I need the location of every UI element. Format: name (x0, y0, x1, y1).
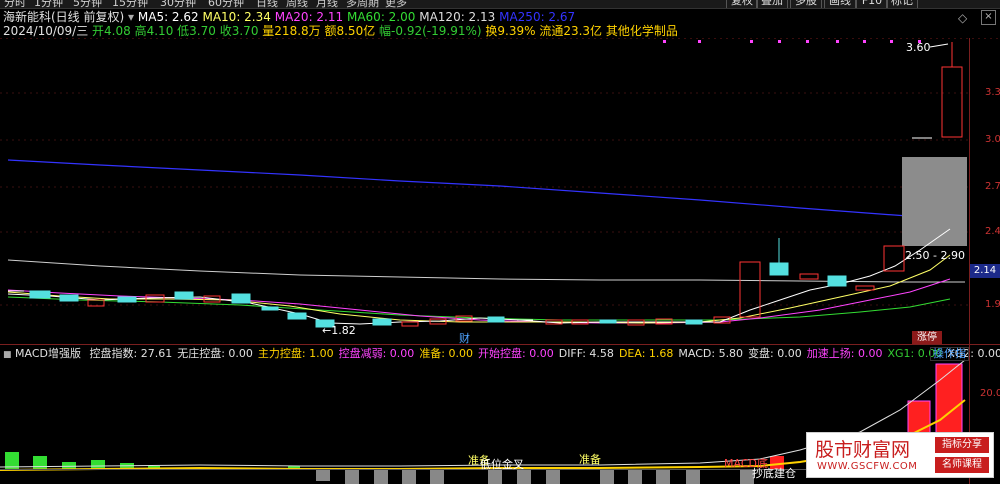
indicator-bar (62, 462, 76, 469)
candle (599, 319, 617, 324)
site-watermark: 股市财富网 WWW.GSCFW.COM 指标分享 名师课程 (806, 432, 994, 478)
candlesticks (8, 42, 963, 328)
signal-dot (698, 40, 701, 43)
indicator-value: 控盘指数: 27.61 (89, 347, 173, 360)
range-label: 2.50 - 2.90 (905, 249, 965, 262)
candle (487, 316, 505, 323)
indicator-bar (345, 469, 359, 484)
indicator-bar (430, 469, 444, 484)
indicator-bar (316, 469, 330, 481)
indicator-bar (656, 469, 670, 484)
price-axis-label: 2.7 (985, 181, 1000, 192)
indicator-dropdown-icon[interactable]: ■ (3, 350, 12, 360)
candle (739, 261, 761, 318)
indicator-value: 无庄控盘: 0.00 (177, 347, 253, 360)
price-axis-label: 2.4 (985, 226, 1000, 237)
signal-dots (663, 40, 921, 43)
ma10-line (7, 254, 951, 324)
financial-marker[interactable]: 财 (459, 330, 470, 346)
candle (372, 318, 392, 326)
signal-dot (806, 40, 809, 43)
candle (287, 312, 307, 320)
watermark-url: WWW.GSCFW.COM (817, 461, 918, 472)
price-axis-label: 3.3 (985, 87, 1000, 98)
price-gridlines (0, 92, 968, 306)
indicator-value: 变盘: 0.00 (748, 347, 802, 360)
indicator-value: 准备: 0.00 (419, 347, 474, 360)
candle (799, 273, 819, 280)
indicator-bar (546, 469, 560, 484)
ma120-line (7, 259, 965, 283)
ma5-line (7, 228, 951, 325)
indicator-bar (600, 469, 614, 484)
indicator-bar (91, 460, 105, 469)
candle (827, 275, 847, 287)
signal-label: 抄底建仓 (752, 467, 796, 480)
indicator-name[interactable]: MACD增强版 (15, 347, 81, 360)
indicator-value: 开始控盘: 0.00 (478, 347, 554, 360)
candle (855, 285, 875, 291)
candle (883, 245, 905, 272)
indicator-header: ■ MACD增强版 控盘指数: 27.61 无庄控盘: 0.00 主力控盘: 1.0… (3, 347, 1000, 362)
indicator-value: 控盘减弱: 0.00 (338, 347, 415, 360)
candle (29, 290, 51, 299)
indicator-bar (402, 469, 416, 484)
highlight-box (902, 157, 967, 246)
signal-dot (890, 40, 893, 43)
low-price-label: ←1.82 (322, 324, 356, 337)
indicator-bar (686, 469, 700, 484)
indicator-bar (628, 469, 642, 484)
candle (401, 321, 419, 327)
watermark-title: 股市财富网 (815, 439, 911, 461)
candle (769, 262, 789, 276)
indicator-bar (374, 469, 388, 484)
signal-dot (778, 40, 781, 43)
watermark-tag: 名师课程 (935, 457, 989, 473)
candle (117, 296, 137, 303)
indicator-value: DEA: 1.68 (618, 347, 674, 360)
indicator-value: DIFF: 4.58 (558, 347, 614, 360)
signal-dot (836, 40, 839, 43)
candle (941, 66, 963, 138)
price-axis-label: 1.9 (985, 299, 1000, 310)
candle (261, 306, 279, 311)
indicator-axis-label: 20.0 (980, 388, 1000, 399)
indicator-values: 控盘指数: 27.61 无庄控盘: 0.00 主力控盘: 1.00 控盘减弱: 0.0… (85, 347, 1000, 360)
signal-dot (863, 40, 866, 43)
operation-button[interactable]: 操作指 (930, 347, 969, 361)
candle (231, 293, 251, 304)
watermark-tag: 指标分享 (935, 437, 989, 453)
candle (174, 291, 194, 300)
limit-up-badge: 涨停 (912, 331, 942, 344)
high-pointer (929, 43, 949, 48)
candle (59, 294, 79, 302)
high-price-label: 3.60 (906, 41, 931, 54)
ma60-line (7, 296, 951, 321)
ma250-line (7, 159, 951, 220)
price-axis-label: 3.0 (985, 134, 1000, 145)
signal-dot (663, 40, 666, 43)
candle (685, 319, 703, 325)
chart-canvas (0, 38, 1000, 484)
indicator-value: 主力控盘: 1.00 (257, 347, 334, 360)
signal-label: 准备 (579, 453, 601, 466)
signal-dot (750, 40, 753, 43)
signal-label: 低位金叉 (480, 458, 524, 471)
current-price-tag: 2.14 (970, 264, 1000, 278)
indicator-value: MACD: 5.80 (678, 347, 744, 360)
indicator-value: 加速上扬: 0.00 (806, 347, 883, 360)
